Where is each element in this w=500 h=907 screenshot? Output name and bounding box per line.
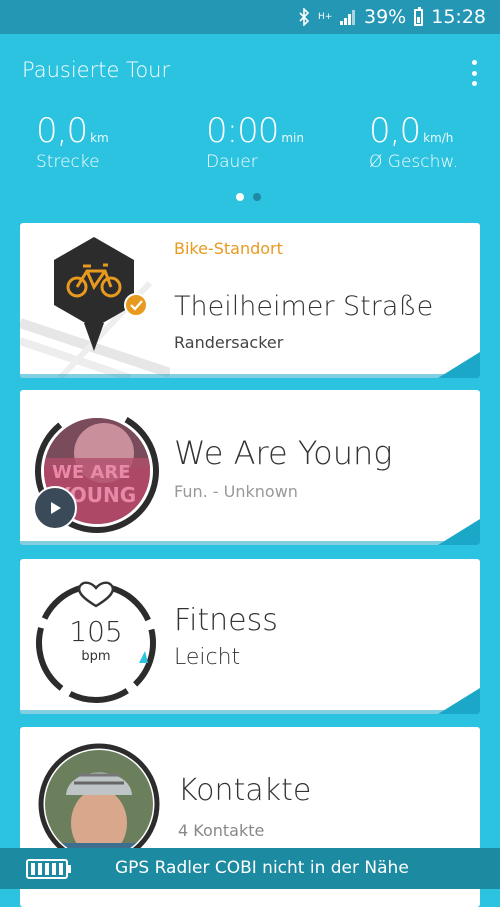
stat-value: 0,0 xyxy=(36,111,88,151)
play-icon xyxy=(51,502,61,514)
battery-icon xyxy=(414,6,424,26)
bike-location-pin-icon xyxy=(54,237,148,351)
gauge-marker-icon xyxy=(139,651,148,663)
contact-avatar xyxy=(38,743,160,865)
pager-dot[interactable] xyxy=(253,193,261,201)
pager-dot-active[interactable] xyxy=(236,193,244,201)
location-city: Randersacker xyxy=(174,333,284,352)
device-status-bar[interactable]: GPS Radler COBI nicht in der Nähe xyxy=(0,848,500,889)
bpm-value: 105 xyxy=(69,615,123,648)
bluetooth-icon xyxy=(299,8,310,26)
album-art-text: WE ARE xyxy=(52,462,131,483)
fitness-card[interactable]: 105 bpm Fitness Leicht xyxy=(20,559,480,714)
card-corner xyxy=(438,352,480,378)
status-bar: H+ 39% 15:28 xyxy=(0,0,500,34)
fitness-title: Fitness xyxy=(174,603,278,638)
card-divider xyxy=(20,710,480,714)
device-battery-icon xyxy=(26,859,71,879)
heart-icon xyxy=(77,581,115,608)
card-divider xyxy=(20,541,480,545)
bike-location-card[interactable]: Bike-Standort Theilheimer Straße Randers… xyxy=(20,223,480,378)
bpm-unit: bpm xyxy=(81,649,111,664)
fitness-level: Leicht xyxy=(174,645,241,670)
music-card[interactable]: WE ARE YOUNG We Are Young Fun. - Unknown xyxy=(20,390,480,545)
stat-value: 0,0 xyxy=(369,111,421,151)
network-type-icon: H+ xyxy=(318,11,333,22)
stat-value: 0:00 xyxy=(206,111,279,151)
contacts-title: Kontakte xyxy=(178,773,312,808)
stat-label: Dauer xyxy=(206,152,258,172)
song-artist: Fun. - Unknown xyxy=(174,482,298,501)
status-icons: H+ 39% 15:28 xyxy=(298,0,486,34)
card-corner xyxy=(438,519,480,545)
card-divider xyxy=(20,374,480,378)
menu-dot xyxy=(471,60,477,65)
battery-percent: 39% xyxy=(364,6,407,28)
clock: 15:28 xyxy=(431,6,486,28)
device-status-text: GPS Radler COBI nicht in der Nähe xyxy=(115,858,409,878)
more-vertical-icon[interactable] xyxy=(470,60,478,86)
card-corner xyxy=(438,688,480,714)
pager-dots[interactable] xyxy=(236,193,261,201)
menu-dot xyxy=(471,81,477,86)
contacts-count: 4 Kontakte xyxy=(178,821,265,840)
play-button[interactable] xyxy=(33,486,77,530)
menu-dot xyxy=(471,70,477,76)
stat-unit: km xyxy=(90,131,109,145)
stat-avg-speed: 0,0 km/h Ø Geschw. xyxy=(369,112,458,172)
stat-unit: km/h xyxy=(423,131,454,145)
stat-duration: 0:00 min Dauer xyxy=(206,112,304,172)
stat-label: Ø Geschw. xyxy=(369,152,459,172)
stat-unit: min xyxy=(281,131,304,145)
check-icon xyxy=(124,293,148,317)
stat-distance: 0,0 km Strecke xyxy=(36,112,109,172)
location-label: Bike-Standort xyxy=(174,239,283,258)
song-title: We Are Young xyxy=(174,434,393,472)
stat-label: Strecke xyxy=(36,152,100,172)
page-title: Pausierte Tour xyxy=(22,58,171,82)
location-street: Theilheimer Straße xyxy=(174,291,434,322)
signal-icon xyxy=(340,10,355,25)
